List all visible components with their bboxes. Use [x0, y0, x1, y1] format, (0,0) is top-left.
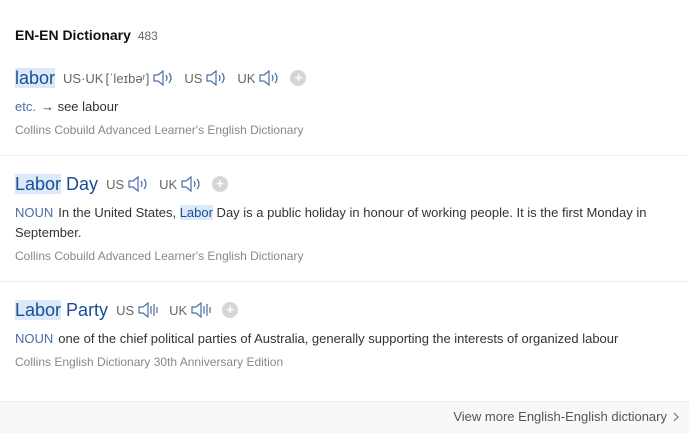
pronunciation-us: US [184, 69, 227, 87]
definition: NOUN In the United States, Labor Day is a… [15, 203, 689, 243]
pron-region-label: UK [237, 70, 256, 86]
definition: etc. → see labour [15, 97, 689, 117]
dictionary-title: EN-EN Dictionary [15, 27, 131, 43]
pronunciation-uk: UK [159, 175, 202, 193]
headword-link[interactable]: Labor Party [15, 299, 109, 321]
pronunciation-uk: UK [169, 301, 212, 319]
part-of-speech: etc. [15, 99, 36, 114]
speaker-icon[interactable] [152, 69, 174, 87]
pron-region-label: US [106, 176, 125, 192]
source-dictionary: Collins Cobuild Advanced Learner's Engli… [15, 249, 304, 263]
headword-row: labor US·UK [ˈleɪbəʳ] US UK + [15, 64, 689, 92]
pron-region-label: UK [159, 176, 178, 192]
view-more-label: View more English-English dictionary [453, 409, 667, 424]
definition-text: one of the chief political parties of Au… [58, 331, 619, 346]
source-dictionary: Collins Cobuild Advanced Learner's Engli… [15, 123, 304, 137]
pronunciation-us-uk: US·UK [ˈleɪbəʳ] [63, 69, 174, 87]
plus-icon[interactable]: + [222, 302, 239, 318]
headword-row: Labor Party US UK + [15, 296, 689, 324]
definition-text: In the United States, [58, 205, 180, 220]
view-more-link[interactable]: View more English-English dictionary [453, 409, 679, 424]
headword-row: Labor Day US UK + [15, 170, 689, 198]
dictionary-entry: labor US·UK [ˈleɪbəʳ] US UK + etc. → see … [15, 64, 689, 137]
headword-highlight: Labor [15, 173, 62, 194]
speaker-icon[interactable] [180, 175, 202, 193]
source-dictionary: Collins English Dictionary 30th Annivers… [15, 355, 284, 369]
speaker-icon[interactable] [137, 301, 159, 319]
divider [0, 155, 689, 156]
plus-icon[interactable]: + [212, 176, 229, 192]
headword-rest: Party [61, 299, 109, 320]
definition-highlight: Labor [179, 205, 213, 220]
speaker-icon[interactable] [127, 175, 149, 193]
phonetic-text: [ˈleɪbəʳ] [105, 70, 150, 86]
headword-link[interactable]: labor [15, 67, 56, 89]
dictionary-header: EN-EN Dictionary 483 [15, 27, 158, 43]
headword-highlight: labor [15, 67, 56, 88]
definition: NOUN one of the chief political parties o… [15, 329, 689, 349]
speaker-icon[interactable] [205, 69, 227, 87]
part-of-speech: NOUN [15, 205, 54, 220]
plus-icon[interactable]: + [290, 70, 307, 86]
chevron-right-icon [673, 412, 679, 421]
part-of-speech: NOUN [15, 331, 54, 346]
pron-region-label: US [184, 70, 203, 86]
divider [0, 281, 689, 282]
pronunciation-us: US [106, 175, 149, 193]
definition-text: → see labour [40, 99, 119, 114]
speaker-icon[interactable] [258, 69, 280, 87]
headword-link[interactable]: Labor Day [15, 173, 99, 195]
result-count: 483 [137, 29, 158, 43]
headword-highlight: Labor [15, 299, 62, 320]
pron-region-label: US·UK [63, 70, 104, 86]
pron-region-label: US [116, 302, 135, 318]
pronunciation-uk: UK [237, 69, 280, 87]
speaker-icon[interactable] [190, 301, 212, 319]
view-more-bar: View more English-English dictionary [0, 401, 689, 433]
dictionary-entry: Labor Party US UK + NOUN one of the chief… [15, 296, 689, 369]
dictionary-entry: Labor Day US UK + NOUN In the United Stat… [15, 170, 689, 263]
pron-region-label: UK [169, 302, 188, 318]
headword-rest: Day [61, 173, 99, 194]
pronunciation-us: US [116, 301, 159, 319]
